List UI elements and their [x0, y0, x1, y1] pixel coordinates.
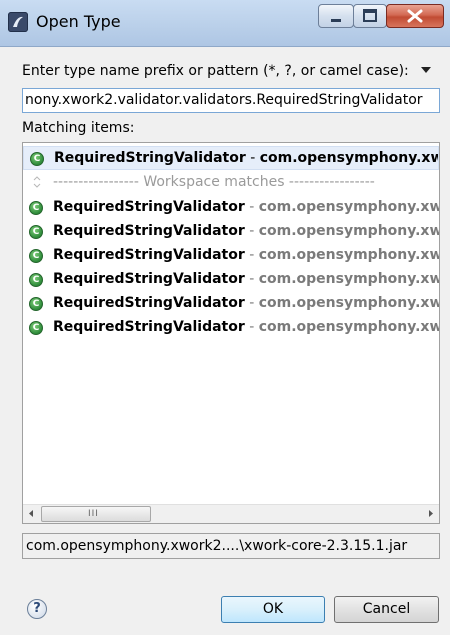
type-name: RequiredStringValidator: [53, 271, 245, 287]
class-icon: C: [29, 225, 43, 239]
list-item[interactable]: C RequiredStringValidator - com.opensymph…: [23, 268, 439, 292]
minimize-button[interactable]: [318, 4, 354, 28]
type-package: com.opensymphony.xwo: [259, 150, 439, 166]
title-bar[interactable]: Open Type: [0, 0, 450, 47]
type-package: com.opensymphony.xwo: [258, 295, 439, 311]
ok-button[interactable]: OK: [221, 596, 325, 623]
scrollbar-thumb[interactable]: III: [41, 506, 151, 522]
list-item[interactable]: C RequiredStringValidator - com.opensymph…: [23, 196, 439, 220]
type-name: RequiredStringValidator: [53, 319, 245, 335]
type-separator: -: [244, 199, 259, 215]
class-icon: C: [30, 152, 44, 166]
type-separator: -: [244, 295, 259, 311]
type-package: com.opensymphony.xwo: [258, 271, 439, 287]
matching-items-label: Matching items:: [22, 120, 135, 136]
dropdown-triangle-icon[interactable]: [421, 67, 431, 73]
pattern-prompt-label: Enter type name prefix or pattern (*, ?,…: [22, 63, 409, 79]
type-name: RequiredStringValidator: [53, 247, 245, 263]
close-button[interactable]: [386, 4, 444, 28]
type-separator: -: [244, 319, 259, 335]
list-item[interactable]: C RequiredStringValidator - com.opensymph…: [23, 316, 439, 340]
type-separator: -: [244, 247, 259, 263]
type-name: RequiredStringValidator: [53, 199, 245, 215]
type-name: RequiredStringValidator: [53, 295, 245, 311]
separator-chevron-icon: [33, 176, 41, 188]
class-icon: C: [29, 249, 43, 263]
class-icon: C: [29, 321, 43, 335]
list-item[interactable]: C RequiredStringValidator - com.opensymph…: [23, 220, 439, 244]
type-name: RequiredStringValidator: [54, 150, 246, 166]
container-path-field: com.opensymphony.xwork2....\xwork-core-2…: [22, 533, 440, 559]
pattern-input[interactable]: nony.xwork2.validator.validators.Require…: [22, 88, 440, 113]
type-separator: -: [245, 150, 260, 166]
type-package: com.opensymphony.xwo: [258, 199, 439, 215]
type-package: com.opensymphony.xwo: [258, 319, 439, 335]
type-package: com.opensymphony.xwo: [258, 223, 439, 239]
horizontal-scrollbar[interactable]: III: [23, 504, 439, 523]
type-separator: -: [244, 271, 259, 287]
list-item[interactable]: C RequiredStringValidator - com.opensymph…: [23, 244, 439, 268]
eclipse-icon: [8, 12, 28, 32]
class-icon: C: [29, 273, 43, 287]
type-name: RequiredStringValidator: [53, 223, 245, 239]
maximize-icon: [363, 9, 377, 22]
close-icon: [407, 9, 423, 23]
class-icon: C: [29, 297, 43, 311]
workspace-matches-separator: ----------------- Workspace matches ----…: [23, 172, 439, 194]
window-title: Open Type: [36, 12, 121, 31]
scroll-right-icon[interactable]: [422, 505, 439, 522]
minimize-icon: [331, 19, 341, 22]
type-separator: -: [244, 223, 259, 239]
help-icon[interactable]: ?: [27, 599, 47, 619]
list-item-selected[interactable]: C RequiredStringValidator - com.opensymp…: [23, 146, 439, 170]
class-icon: C: [29, 201, 43, 215]
pattern-input-value: nony.xwork2.validator.validators.Require…: [25, 92, 423, 108]
scroll-left-icon[interactable]: [23, 505, 40, 522]
cancel-button[interactable]: Cancel: [334, 596, 439, 623]
maximize-button[interactable]: [353, 4, 387, 28]
list-item[interactable]: C RequiredStringValidator - com.opensymph…: [23, 292, 439, 316]
matching-items-list[interactable]: C RequiredStringValidator - com.opensymp…: [22, 142, 440, 524]
type-package: com.opensymphony.xwo: [258, 247, 439, 263]
